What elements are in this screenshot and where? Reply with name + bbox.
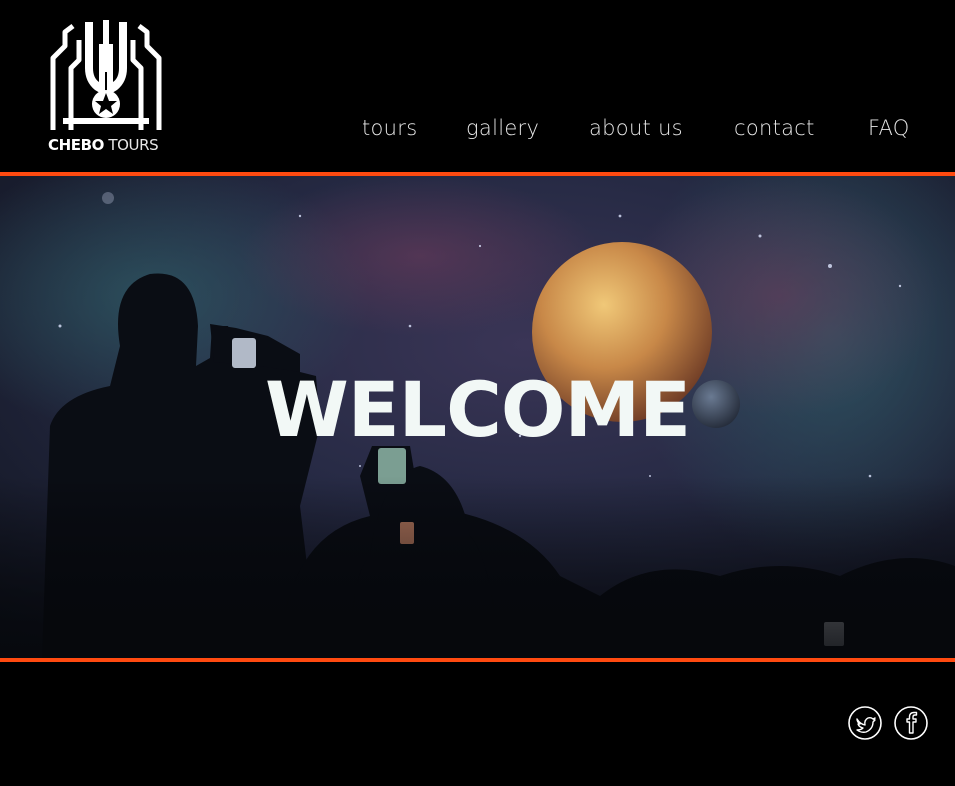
nav-item-contact[interactable]: contact <box>734 116 815 140</box>
facebook-link[interactable] <box>894 706 928 740</box>
main-nav: tours gallery about us contact FAQ <box>0 116 955 150</box>
hero-headline: WELCOME <box>264 365 691 454</box>
twitter-icon <box>848 706 882 740</box>
nav-item-about-us[interactable]: about us <box>589 116 683 140</box>
nav-item-faq[interactable]: FAQ <box>868 116 910 140</box>
facebook-icon <box>894 706 928 740</box>
nav-item-tours[interactable]: tours <box>362 116 417 140</box>
nav-item-gallery[interactable]: gallery <box>466 116 539 140</box>
site-header: CHEBO TOURS tours gallery about us conta… <box>0 0 955 172</box>
site-footer <box>0 662 955 786</box>
twitter-link[interactable] <box>848 706 882 740</box>
